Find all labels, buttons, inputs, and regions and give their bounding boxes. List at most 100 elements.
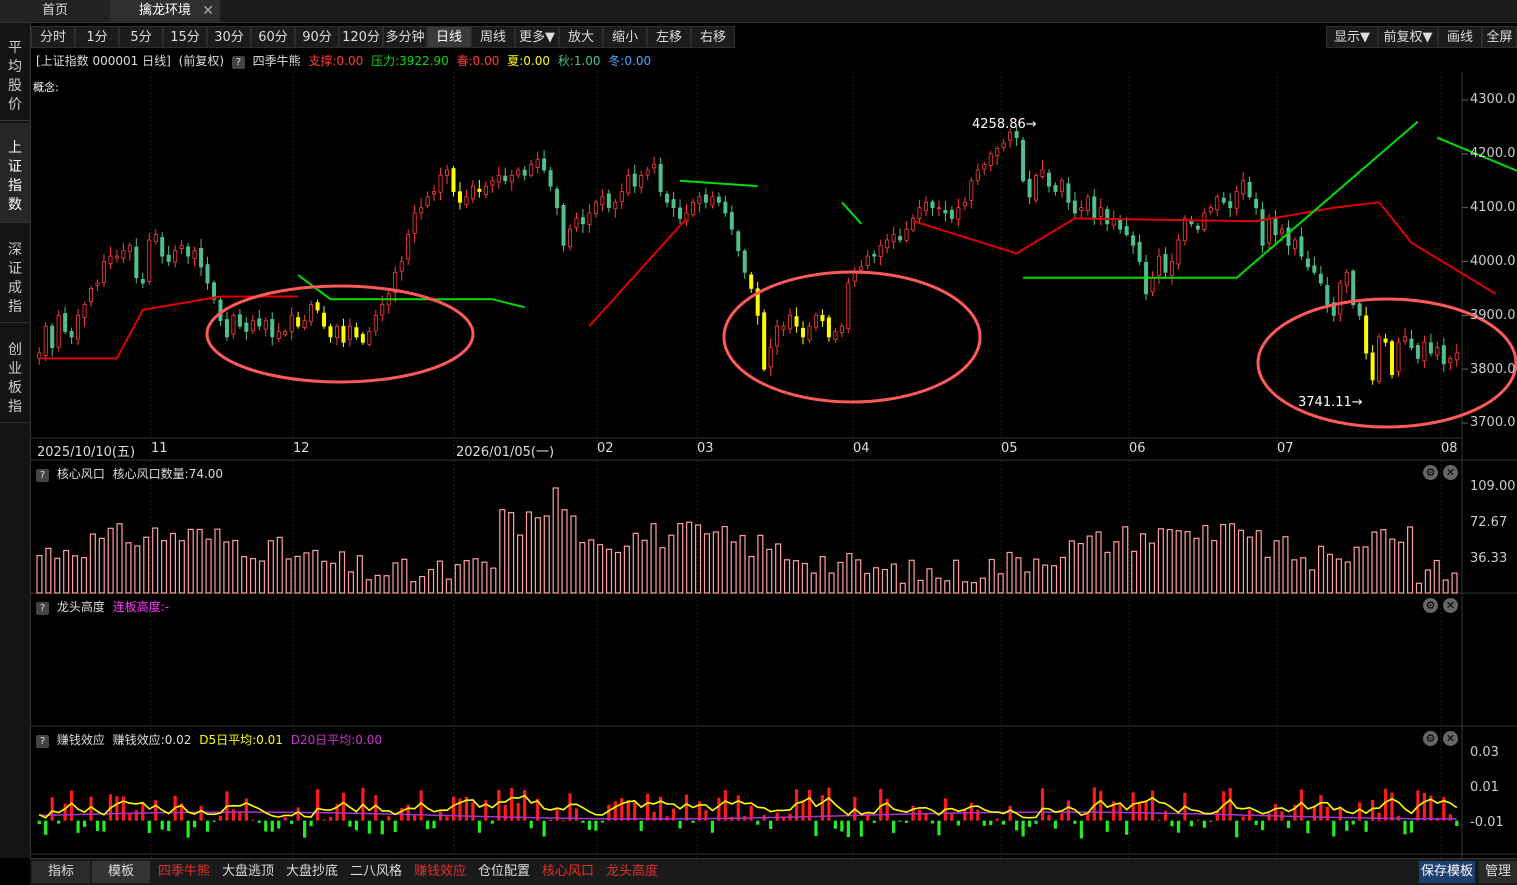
candle-body xyxy=(1441,345,1446,365)
close-icon[interactable]: ✕ xyxy=(1443,598,1458,613)
period-60min-button[interactable]: 60分 xyxy=(251,26,295,48)
candle-body xyxy=(127,244,132,253)
period-multimin-button[interactable]: 多分钟 xyxy=(383,26,427,48)
volume-bar xyxy=(694,524,702,594)
volume-bar xyxy=(303,552,310,594)
candle-body xyxy=(801,328,806,338)
period-90min-button[interactable]: 90分 xyxy=(295,26,339,48)
period-weekly-button[interactable]: 周线 xyxy=(471,26,515,48)
candle-body xyxy=(878,244,883,257)
fullscreen-button[interactable]: 全屏 xyxy=(1482,26,1517,48)
help-icon[interactable]: ? xyxy=(36,735,49,748)
volume-bar xyxy=(721,525,728,594)
move-left-button[interactable]: 左移 xyxy=(647,26,691,48)
template-item[interactable]: 赚钱效应 xyxy=(412,861,468,883)
candle-body xyxy=(250,320,255,332)
gear-icon[interactable]: ⚙ xyxy=(1423,598,1438,613)
close-icon[interactable]: ✕ xyxy=(1443,731,1458,746)
effect-bar xyxy=(568,793,572,821)
template-item[interactable]: 仓位配置 xyxy=(476,861,532,883)
indicator-tab[interactable]: 指标 xyxy=(32,861,90,883)
period-daily-button[interactable]: 日线 xyxy=(427,26,471,48)
effect-bar xyxy=(639,820,643,831)
high-value: 4258.86 xyxy=(972,117,1026,132)
period-1min-button[interactable]: 1分 xyxy=(75,26,119,48)
volume-bar xyxy=(517,534,524,594)
move-right-button[interactable]: 右移 xyxy=(691,26,735,48)
close-icon[interactable]: ✕ xyxy=(202,0,214,22)
indicator-name: 四季牛熊 xyxy=(252,54,301,68)
volume-bar xyxy=(1033,558,1040,594)
leftnav-avg-price[interactable]: 平均股价 xyxy=(0,23,30,121)
effect-bar xyxy=(115,796,119,821)
volume-bar xyxy=(890,563,897,594)
zoom-in-button[interactable]: 放大 xyxy=(559,26,603,48)
template-item[interactable]: 四季牛熊 xyxy=(156,861,212,883)
volume-bar xyxy=(872,567,880,594)
effect-bar xyxy=(186,820,190,838)
leftnav-shanghai-index[interactable]: 上证指数 xyxy=(0,123,30,223)
template-item[interactable]: 龙头高度 xyxy=(604,861,660,883)
help-icon[interactable]: ? xyxy=(36,602,49,615)
volume-bar xyxy=(1326,553,1334,594)
volume-bar xyxy=(1059,556,1067,594)
volume-bar xyxy=(1362,546,1369,594)
template-item[interactable]: 核心风口 xyxy=(540,861,596,883)
effect-bar xyxy=(37,820,41,825)
candle-body xyxy=(1137,241,1142,262)
save-template-button[interactable]: 保存模板 xyxy=(1419,861,1475,883)
pressure-line xyxy=(1023,120,1419,279)
tab-home[interactable]: 首页 xyxy=(0,0,110,22)
period-timeshare-button[interactable]: 分时 xyxy=(31,26,75,48)
gear-icon[interactable]: ⚙ xyxy=(1423,465,1438,480)
volume-bar xyxy=(712,531,719,594)
volume-bar xyxy=(1006,551,1013,594)
period-120min-button[interactable]: 120分 xyxy=(339,26,383,48)
effect-bar xyxy=(646,793,650,821)
manage-button[interactable]: 管理 xyxy=(1479,861,1517,883)
effect-bar xyxy=(1306,820,1310,834)
adjust-dropdown[interactable]: 前复权▼ xyxy=(1378,26,1438,48)
candle-body xyxy=(1402,336,1407,342)
zoom-out-button[interactable]: 缩小 xyxy=(603,26,647,48)
effect-bar xyxy=(587,820,592,830)
effect-bar xyxy=(982,820,986,826)
volume-bar xyxy=(561,509,568,594)
volume-bar xyxy=(668,534,675,594)
volume-bar xyxy=(143,536,150,594)
template-item[interactable]: 大盘抄底 xyxy=(284,861,340,883)
template-item[interactable]: 大盘逃顶 xyxy=(220,861,276,883)
candle-body xyxy=(1053,185,1058,192)
period-30min-button[interactable]: 30分 xyxy=(207,26,251,48)
template-item[interactable]: 二八风格 xyxy=(348,861,404,883)
close-icon[interactable]: ✕ xyxy=(1443,465,1458,480)
help-icon[interactable]: ? xyxy=(231,56,245,69)
period-15min-button[interactable]: 15分 xyxy=(163,26,207,48)
draw-line-button[interactable]: 画线 xyxy=(1438,26,1482,48)
candle-body xyxy=(587,212,592,225)
tab-env[interactable]: 擒龙环境 ✕ xyxy=(110,0,220,22)
effect-bar xyxy=(678,820,682,829)
help-icon[interactable]: ? xyxy=(36,469,49,482)
x-tick: 2026/01/05(一) xyxy=(456,445,555,460)
volume-bar xyxy=(436,560,444,594)
display-dropdown[interactable]: 显示▼ xyxy=(1326,26,1378,48)
leftnav-shenzhen-index[interactable]: 深证成指 xyxy=(0,225,30,323)
volume-bar xyxy=(632,532,639,594)
volume-bar xyxy=(187,528,194,594)
volume-bar xyxy=(214,528,221,594)
more-dropdown[interactable]: 更多▼ xyxy=(515,26,559,48)
gear-icon[interactable]: ⚙ xyxy=(1423,731,1438,746)
volume-bar xyxy=(757,534,764,594)
winter-value: 冬:0.00 xyxy=(608,54,652,68)
leftnav-chinext-index[interactable]: 创业板指 xyxy=(0,325,30,423)
effect-bar xyxy=(419,790,423,821)
volume-bar xyxy=(45,547,52,594)
volume-bar xyxy=(1113,541,1120,594)
candle-body xyxy=(1305,258,1310,268)
effect-bar xyxy=(199,805,203,821)
period-5min-button[interactable]: 5分 xyxy=(119,26,163,48)
candle-body xyxy=(580,217,585,225)
template-tab[interactable]: 模板 xyxy=(92,861,150,883)
volume-bar xyxy=(89,533,96,594)
